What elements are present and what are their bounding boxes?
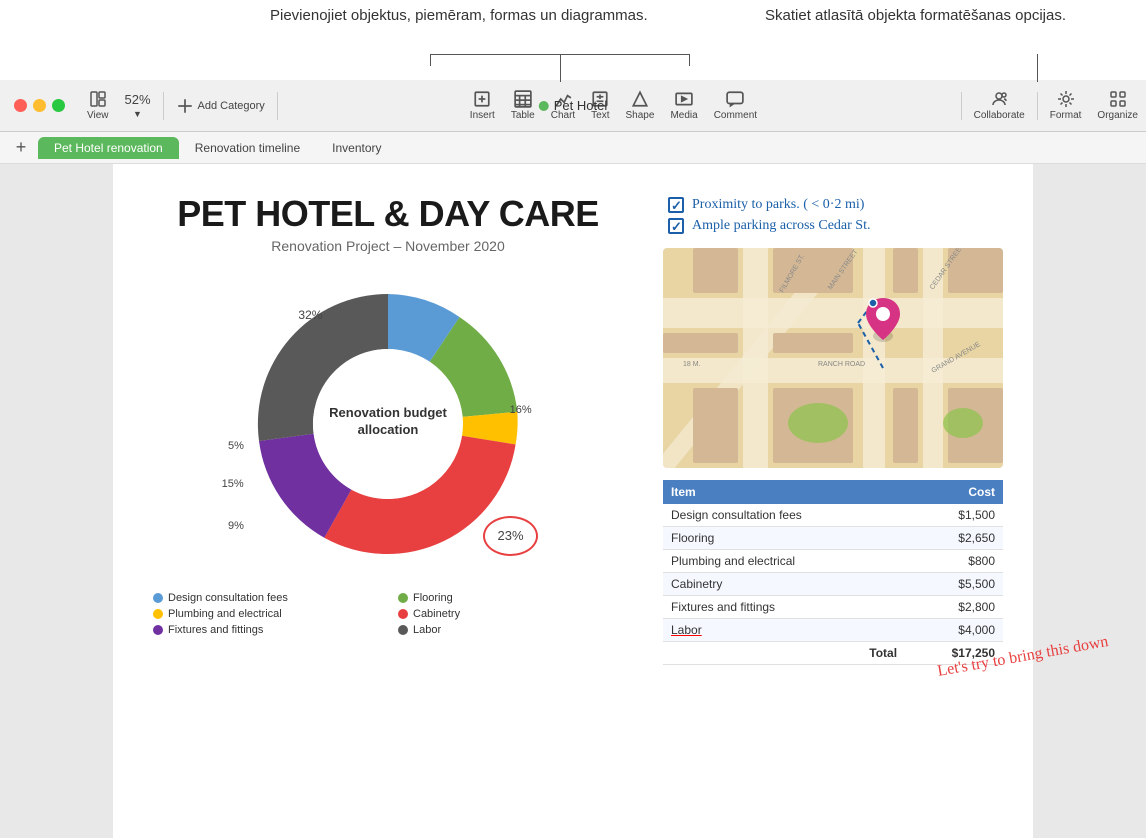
toolbar-separator-2	[277, 92, 278, 120]
insert-button[interactable]: Insert	[462, 88, 503, 123]
media-button[interactable]: Media	[662, 88, 705, 123]
table-row: Plumbing and electrical $800	[663, 550, 1003, 573]
row-fixtures-cost: $2,800	[905, 596, 1003, 619]
row-flooring-cost: $2,650	[905, 527, 1003, 550]
legend-cabinetry: Cabinetry	[398, 608, 623, 620]
svg-text:RANCH ROAD: RANCH ROAD	[818, 361, 865, 368]
row-labor-item: Labor	[663, 619, 905, 642]
tabbar: + Pet Hotel renovation Renovation timeli…	[0, 132, 1146, 164]
add-sheet-button[interactable]: +	[10, 137, 32, 159]
legend-labor: Labor	[398, 624, 623, 636]
row-design-item: Design consultation fees	[663, 504, 905, 527]
pct-16: 16%	[510, 404, 532, 416]
legend-fixtures: Fixtures and fittings	[153, 624, 378, 636]
col-item-header: Item	[663, 480, 905, 504]
table-row: Cabinetry $5,500	[663, 573, 1003, 596]
row-flooring-item: Flooring	[663, 527, 905, 550]
page-subtitle: Renovation Project – November 2020	[143, 238, 633, 254]
left-panel: PET HOTEL & DAY CARE Renovation Project …	[143, 194, 633, 818]
map-svg: FILMORE ST. MAIN STREET CEDAR STREET 18 …	[663, 248, 1003, 468]
pct-23-annotation: 23%	[483, 516, 538, 556]
checkbox-1[interactable]	[668, 197, 684, 213]
pct-15: 15%	[222, 478, 244, 490]
titlebar: View 52% ▼ Add Category Pet Hotel Insert…	[0, 80, 1146, 132]
pct-9: 9%	[228, 520, 244, 532]
add-category-button[interactable]: Add Category	[168, 95, 273, 117]
check-item-1: Proximity to parks. ( < 0·2 mi)	[668, 194, 998, 215]
comment-button[interactable]: Comment	[706, 88, 765, 123]
check-text-1: Proximity to parks. ( < 0·2 mi)	[692, 194, 864, 215]
chart-legend: Design consultation fees Flooring Plumbi…	[143, 592, 633, 636]
legend-plumbing: Plumbing and electrical	[153, 608, 378, 620]
legend-dot-plumbing	[153, 609, 163, 619]
legend-dot-fixtures	[153, 625, 163, 635]
map-container: FILMORE ST. MAIN STREET CEDAR STREET 18 …	[663, 248, 1003, 468]
table-row: Flooring $2,650	[663, 527, 1003, 550]
page: PET HOTEL & DAY CARE Renovation Project …	[113, 164, 1033, 838]
row-design-cost: $1,500	[905, 504, 1003, 527]
tab-renovation-timeline[interactable]: Renovation timeline	[179, 137, 316, 159]
toolbar-separator-1	[163, 92, 164, 120]
legend-dot-labor	[398, 625, 408, 635]
view-button[interactable]: View	[79, 88, 117, 123]
legend-flooring: Flooring	[398, 592, 623, 604]
cost-table-container: Item Cost Design consultation fees $1,50…	[663, 480, 1003, 665]
check-text-2: Ample parking across Cedar St.	[692, 215, 870, 236]
annotation-right: Skatiet atlasītā objekta formatēšanas op…	[765, 5, 1066, 26]
right-panel: Proximity to parks. ( < 0·2 mi) Ample pa…	[663, 194, 1003, 818]
close-button[interactable]	[14, 99, 27, 112]
row-plumbing-item: Plumbing and electrical	[663, 550, 905, 573]
svg-text:18 M.: 18 M.	[683, 361, 701, 368]
annotations: Pievienojiet objektus, piemēram, formas …	[0, 0, 1146, 80]
legend-dot-flooring	[398, 593, 408, 603]
svg-text:allocation: allocation	[358, 422, 419, 437]
row-cabinetry-cost: $5,500	[905, 573, 1003, 596]
table-row: Labor $4,000	[663, 619, 1003, 642]
toolbar-right-group: Collaborate Format Organize	[957, 88, 1146, 123]
row-plumbing-cost: $800	[905, 550, 1003, 573]
row-labor-cost: $4,000	[905, 619, 1003, 642]
shape-button[interactable]: Shape	[618, 88, 663, 123]
minimize-button[interactable]	[33, 99, 46, 112]
checklist: Proximity to parks. ( < 0·2 mi) Ample pa…	[663, 194, 1003, 236]
table-button[interactable]: Table	[503, 88, 543, 123]
maximize-button[interactable]	[52, 99, 65, 112]
tab-pet-hotel-renovation[interactable]: Pet Hotel renovation	[38, 137, 179, 159]
row-cabinetry-item: Cabinetry	[663, 573, 905, 596]
cost-table: Item Cost Design consultation fees $1,50…	[663, 480, 1003, 665]
collaborate-button[interactable]: Collaborate	[966, 88, 1033, 123]
traffic-lights	[0, 99, 79, 112]
toolbar-separator-4	[1037, 92, 1038, 120]
legend-dot-cabinetry	[398, 609, 408, 619]
pct-5: 5%	[228, 440, 244, 452]
legend-design: Design consultation fees	[153, 592, 378, 604]
pct-32: 32%	[298, 308, 322, 322]
title-dot	[539, 101, 549, 111]
organize-button[interactable]: Organize	[1089, 88, 1146, 123]
document-title: Pet Hotel	[539, 98, 607, 113]
tab-inventory[interactable]: Inventory	[316, 137, 397, 159]
table-row: Fixtures and fittings $2,800	[663, 596, 1003, 619]
toolbar-left-group: View 52% ▼	[79, 88, 159, 123]
total-label: Total	[663, 642, 905, 665]
content-area: PET HOTEL & DAY CARE Renovation Project …	[0, 164, 1146, 838]
svg-text:Renovation budget: Renovation budget	[329, 405, 447, 420]
row-fixtures-item: Fixtures and fittings	[663, 596, 905, 619]
zoom-control[interactable]: 52% ▼	[117, 90, 159, 121]
check-item-2: Ample parking across Cedar St.	[668, 215, 998, 236]
col-cost-header: Cost	[905, 480, 1003, 504]
donut-chart: 32% 16% 5% 15% 9% 23%	[228, 264, 548, 584]
annotation-left: Pievienojiet objektus, piemēram, formas …	[270, 5, 648, 26]
page-title: PET HOTEL & DAY CARE	[143, 194, 633, 234]
toolbar-center-group: Insert Table Chart Text Shape Media Comm…	[462, 88, 765, 123]
pct-23-label: 23%	[497, 528, 523, 543]
legend-dot-design	[153, 593, 163, 603]
checkbox-2[interactable]	[668, 218, 684, 234]
table-row: Design consultation fees $1,500	[663, 504, 1003, 527]
format-button[interactable]: Format	[1042, 88, 1090, 123]
toolbar-separator-3	[961, 92, 962, 120]
